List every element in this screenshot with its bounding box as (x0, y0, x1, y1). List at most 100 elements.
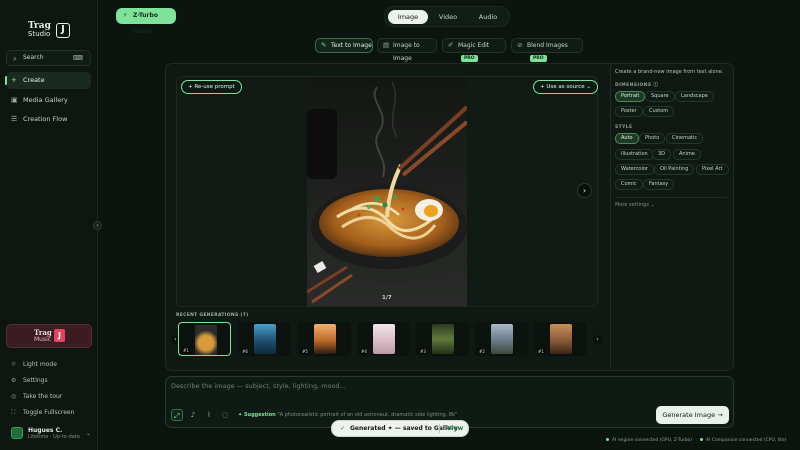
sidebar: Trag Studio J ⌕ Search ⌨ + Create ▣ Media… (0, 0, 98, 450)
style-chip-cinematic[interactable]: Cinematic (666, 133, 704, 144)
tool-image-to-image[interactable]: ▤ Image to Image (377, 38, 437, 62)
style-label: STYLE (615, 125, 633, 130)
gear-icon: ⚙ (11, 377, 17, 384)
style-chip-photo[interactable]: Photo (639, 133, 666, 144)
fullscreen-button[interactable]: ⛶ Toggle Fullscreen (6, 407, 91, 419)
tab-image[interactable]: Image (388, 10, 428, 24)
recent-thumb[interactable]: #1 (534, 322, 587, 356)
toast-view-button[interactable]: View (447, 421, 463, 436)
user-menu[interactable]: Hugues C. Lifetime · Up-to-date ⌄ (6, 424, 92, 444)
brush-icon: ✐ (448, 41, 454, 49)
thumb-number: #2 (478, 349, 486, 354)
status-badge: ⚡ Z-Turbo ready (116, 8, 176, 35)
dimension-chip-portrait[interactable]: Portrait (615, 91, 646, 102)
promo-mark: J (54, 329, 65, 342)
ramen-image-art (307, 77, 467, 306)
chevron-right-icon: › (596, 336, 599, 343)
collapse-sidebar-button[interactable]: ‹ (93, 221, 102, 230)
toast-notification: ✓ Generated ✦ — saved to Gallery View (331, 420, 469, 437)
promo-card[interactable]: Trag Music J (6, 324, 92, 348)
style-chip-watercolor[interactable]: Watercolor (615, 164, 654, 175)
tab-video[interactable]: Video (430, 10, 466, 24)
light-mode-button[interactable]: ☼ Light mode (6, 359, 91, 371)
dimension-chip-landscape[interactable]: Landscape (675, 91, 714, 102)
image-counter: 1/7 (382, 295, 392, 301)
style-chip-3d[interactable]: 3D (652, 149, 672, 160)
sidebar-item-create[interactable]: + Create (5, 72, 91, 89)
wand-icon: ✎ (321, 41, 327, 49)
use-as-source-button[interactable]: + Use as source ⌄ (533, 80, 598, 94)
tool-magic-edit[interactable]: ✐ Magic Edit PRO (442, 38, 506, 62)
recent-thumb[interactable]: #1 (178, 322, 231, 356)
generated-image[interactable] (307, 77, 467, 306)
sidebar-item-label: Create (23, 76, 45, 84)
arrow-right-icon: → (717, 411, 723, 419)
style-chip-pixel-art[interactable]: Pixel Art (696, 164, 729, 175)
image-viewer (176, 76, 598, 307)
prompt-suggestion[interactable]: ✦ Suggestion "A photorealistic portrait … (238, 412, 457, 418)
style-chip-illustration[interactable]: Illustration (615, 149, 654, 160)
recent-thumb[interactable]: #6 (238, 322, 291, 356)
recent-thumb[interactable]: #4 (357, 322, 410, 356)
style-chip-comic[interactable]: Comic (615, 179, 643, 190)
more-settings-label: More settings (615, 202, 649, 208)
thumb-image (550, 324, 572, 354)
image-icon: ▤ (383, 41, 390, 49)
reuse-prompt-button[interactable]: + Re-use prompt (181, 80, 242, 94)
recent-thumb[interactable]: #5 (298, 322, 351, 356)
dimensions-label-text: DIMENSIONS (615, 83, 652, 88)
thumb-image (491, 324, 513, 354)
recent-next-button[interactable]: › (593, 335, 602, 344)
attach-button[interactable]: ⌇ (203, 409, 215, 421)
user-subtitle: Lifetime · Up-to-date (28, 434, 80, 440)
dimensions-label: DIMENSIONS ⓘ (615, 82, 658, 88)
check-icon: ✓ (340, 425, 346, 432)
sidebar-item-media-gallery[interactable]: ▣ Media Gallery (6, 92, 91, 109)
tool-label: Blend Images (527, 42, 568, 49)
tool-blend-images[interactable]: ⊘ Blend Images PRO (511, 38, 583, 62)
sidebar-item-creation-flow[interactable]: ☰ Creation Flow (6, 111, 91, 128)
style-chip-fantasy[interactable]: Fantasy (643, 179, 675, 190)
chat-button[interactable]: ◌ (219, 409, 231, 421)
microphone-button[interactable]: ♪ (187, 409, 199, 421)
tool-text-to-image[interactable]: ✎ Text to Image (315, 38, 373, 53)
settings-label: Settings (23, 377, 48, 384)
dimension-chip-custom[interactable]: Custom (643, 106, 675, 117)
thumb-image (314, 324, 336, 354)
brand-logo[interactable]: Trag Studio J (28, 22, 72, 40)
thumb-image (432, 324, 454, 354)
keyboard-icon: ⌨ (72, 54, 83, 62)
promo-sub: Music (34, 336, 52, 343)
chat-icon: ◌ (221, 411, 229, 419)
dimension-chip-poster[interactable]: Poster (615, 106, 643, 117)
tab-audio[interactable]: Audio (469, 10, 507, 24)
generate-image-button[interactable]: Generate Image → (656, 406, 729, 424)
style-chip-anime[interactable]: Anime (673, 149, 701, 160)
logo-sub: Studio (28, 30, 51, 38)
recent-thumb[interactable]: #3 (416, 322, 469, 356)
paperclip-icon: ⌇ (207, 411, 211, 419)
sparkle-icon: ⤢ (174, 412, 180, 420)
settings-button[interactable]: ⚙ Settings (6, 375, 91, 387)
status-dot-icon (606, 438, 609, 441)
more-settings-toggle[interactable]: More settings ⌄ (615, 202, 655, 208)
divider (439, 424, 440, 433)
thumb-number: #4 (360, 349, 368, 354)
thumb-image (254, 324, 276, 354)
search-input[interactable]: ⌕ Search ⌨ (6, 50, 91, 66)
light-mode-label: Light mode (23, 361, 57, 368)
chevron-right-icon: › (582, 186, 587, 195)
enhance-prompt-button[interactable]: ⤢ (171, 409, 183, 421)
dimension-chip-square[interactable]: Square (645, 91, 675, 102)
toast-text: Generated ✦ — saved to Gallery (350, 425, 458, 432)
next-image-button[interactable]: › (577, 183, 592, 198)
style-chip-auto[interactable]: Auto (615, 133, 639, 144)
bolt-icon: ⚡ (123, 12, 128, 19)
recent-thumb[interactable]: #2 (475, 322, 528, 356)
generate-label: Generate Image (662, 411, 716, 419)
engine-status-text: AI engine connected (GPU, Z-Turbo) (612, 438, 693, 443)
prompt-input[interactable]: Describe the image — subject, style, lig… (171, 382, 346, 390)
suggestion-text: "A photorealistic portrait of an old ast… (277, 412, 458, 418)
tour-button[interactable]: ◎ Take the tour (6, 391, 91, 403)
style-chip-oil-painting[interactable]: Oil Painting (654, 164, 695, 175)
